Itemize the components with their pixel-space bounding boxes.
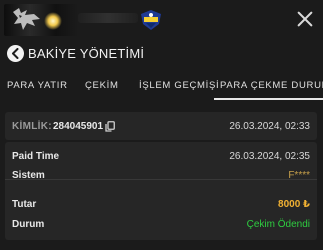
- amount-value: 8000 ₺: [278, 199, 310, 210]
- record-details-card: Paid Time 26.03.2024, 02:35 Sistem F****…: [5, 142, 317, 240]
- status-label: Durum: [12, 219, 45, 230]
- amount-label: Tutar: [12, 199, 37, 210]
- paid-time-value: 26.03.2024, 02:35: [229, 151, 310, 162]
- tab-transaction-history[interactable]: İŞLEM GEÇMİŞİ: [139, 80, 219, 91]
- page-title: BAKİYE YÖNETİMİ: [28, 46, 145, 61]
- id-value: 284045901: [53, 121, 104, 132]
- blurred-text: [78, 13, 138, 23]
- divider: [5, 179, 317, 180]
- logo-flare: [44, 12, 62, 30]
- back-button[interactable]: [7, 45, 24, 62]
- page-header: BAKİYE YÖNETİMİ: [0, 42, 323, 68]
- wolf-icon: [13, 8, 40, 30]
- tab-bar: PARA YATIR ÇEKİM İŞLEM GEÇMİŞİ PARA ÇEKM…: [0, 72, 323, 100]
- created-datetime: 26.03.2024, 02:33: [229, 121, 310, 132]
- copy-icon[interactable]: [105, 121, 115, 132]
- chevron-left-icon: [12, 48, 19, 59]
- paid-time-label: Paid Time: [12, 151, 60, 162]
- active-tab-indicator: [214, 98, 323, 100]
- tab-withdrawal-status[interactable]: PARA ÇEKME DURUMU: [220, 80, 323, 91]
- wolf-logo-icon[interactable]: [4, 4, 78, 36]
- status-badge: Çekim Ödendi: [246, 219, 310, 230]
- id-label: KİMLİK:: [12, 121, 52, 132]
- shield-badge-icon: [141, 10, 161, 30]
- record-header-card: KİMLİK: 284045901 26.03.2024, 02:33: [5, 112, 317, 140]
- tab-deposit[interactable]: PARA YATIR: [7, 80, 68, 91]
- tab-withdraw[interactable]: ÇEKİM: [85, 80, 119, 91]
- top-bar: [0, 0, 323, 40]
- close-icon[interactable]: [296, 10, 314, 28]
